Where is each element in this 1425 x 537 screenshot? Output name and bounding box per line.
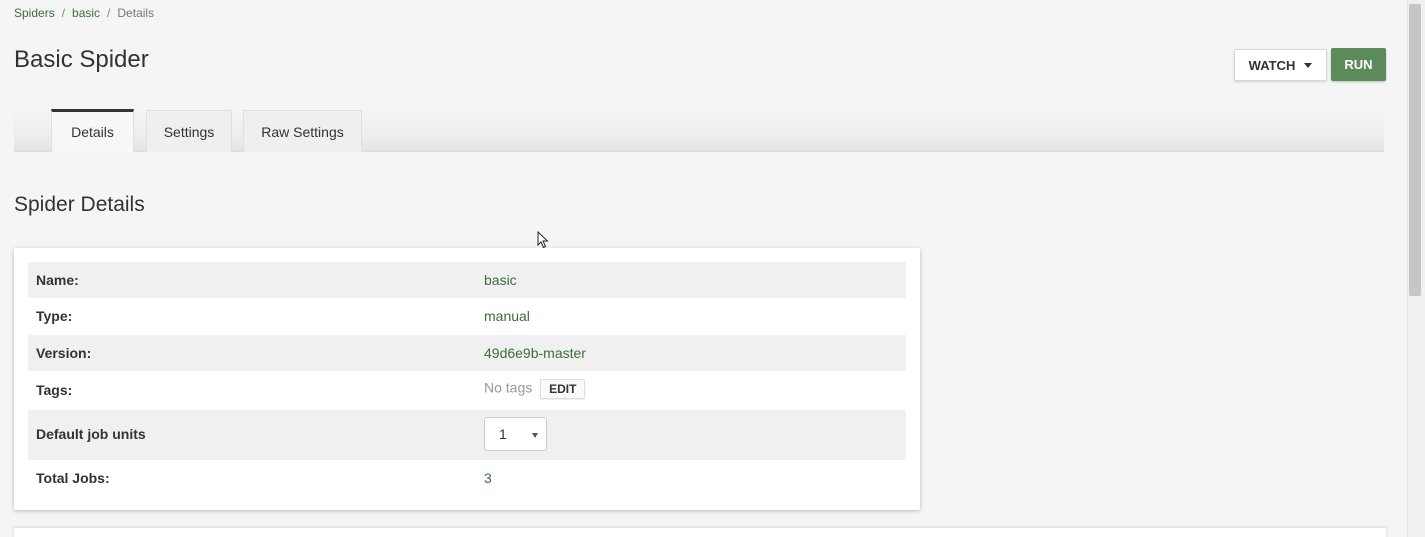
detail-value-type: manual — [484, 308, 530, 324]
no-tags-text: No tags — [484, 379, 533, 396]
breadcrumb-separator: / — [61, 6, 66, 20]
breadcrumb-basic[interactable]: basic — [72, 6, 100, 20]
mouse-cursor-icon — [537, 231, 549, 249]
breadcrumb-spiders[interactable]: Spiders — [14, 6, 55, 20]
run-button[interactable]: RUN — [1331, 48, 1386, 81]
watch-button-label: WATCH — [1248, 57, 1296, 73]
tab-raw-settings[interactable]: Raw Settings — [243, 110, 362, 152]
detail-row-type: Type: manual — [28, 298, 906, 335]
detail-value-version: 49d6e9b-master — [484, 345, 586, 361]
detail-row-units: Default job units 1 — [28, 410, 906, 460]
job-units-select[interactable]: 1 — [484, 417, 547, 451]
detail-label: Total Jobs: — [36, 470, 110, 486]
breadcrumb-separator: / — [107, 6, 111, 20]
detail-row-total-jobs: Total Jobs: 3 — [28, 460, 906, 496]
dropdown-arrow-icon — [532, 433, 538, 438]
edit-tags-button[interactable]: EDIT — [540, 379, 586, 399]
page: Spiders / basic / Details Basic Spider WATCH… — [0, 0, 1425, 537]
tab-details[interactable]: Details — [51, 109, 134, 152]
tab-settings[interactable]: Settings — [146, 110, 232, 152]
detail-label: Default job units — [36, 426, 146, 442]
detail-label: Type: — [36, 308, 73, 324]
watch-button[interactable]: WATCH — [1234, 49, 1327, 81]
detail-value-name: basic — [484, 272, 517, 288]
detail-row-name: Name: basic — [28, 262, 906, 298]
spider-details-card: Name: basic Type: manual Version: 49d6e9… — [14, 248, 920, 510]
detail-value-tags: No tags EDIT — [484, 379, 586, 399]
page-title: Basic Spider — [14, 46, 149, 73]
detail-row-tags: Tags: No tags EDIT — [28, 371, 906, 410]
detail-value-total-jobs: 3 — [484, 470, 492, 486]
section-title: Spider Details — [14, 193, 145, 216]
detail-row-version: Version: 49d6e9b-master — [28, 335, 906, 371]
tab-bar: Details Settings Raw Settings — [14, 108, 1384, 152]
chevron-down-icon — [1304, 62, 1313, 68]
detail-label: Name: — [36, 272, 79, 288]
detail-label: Version: — [36, 345, 92, 361]
next-card-edge — [14, 528, 1386, 537]
scrollbar-thumb[interactable] — [1409, 4, 1421, 296]
job-units-value: 1 — [499, 426, 507, 442]
details-table: Name: basic Type: manual Version: 49d6e9… — [28, 262, 906, 496]
breadcrumb-current: Details — [117, 6, 155, 20]
detail-label: Tags: — [36, 382, 73, 398]
breadcrumb: Spiders / basic / Details — [14, 6, 154, 20]
